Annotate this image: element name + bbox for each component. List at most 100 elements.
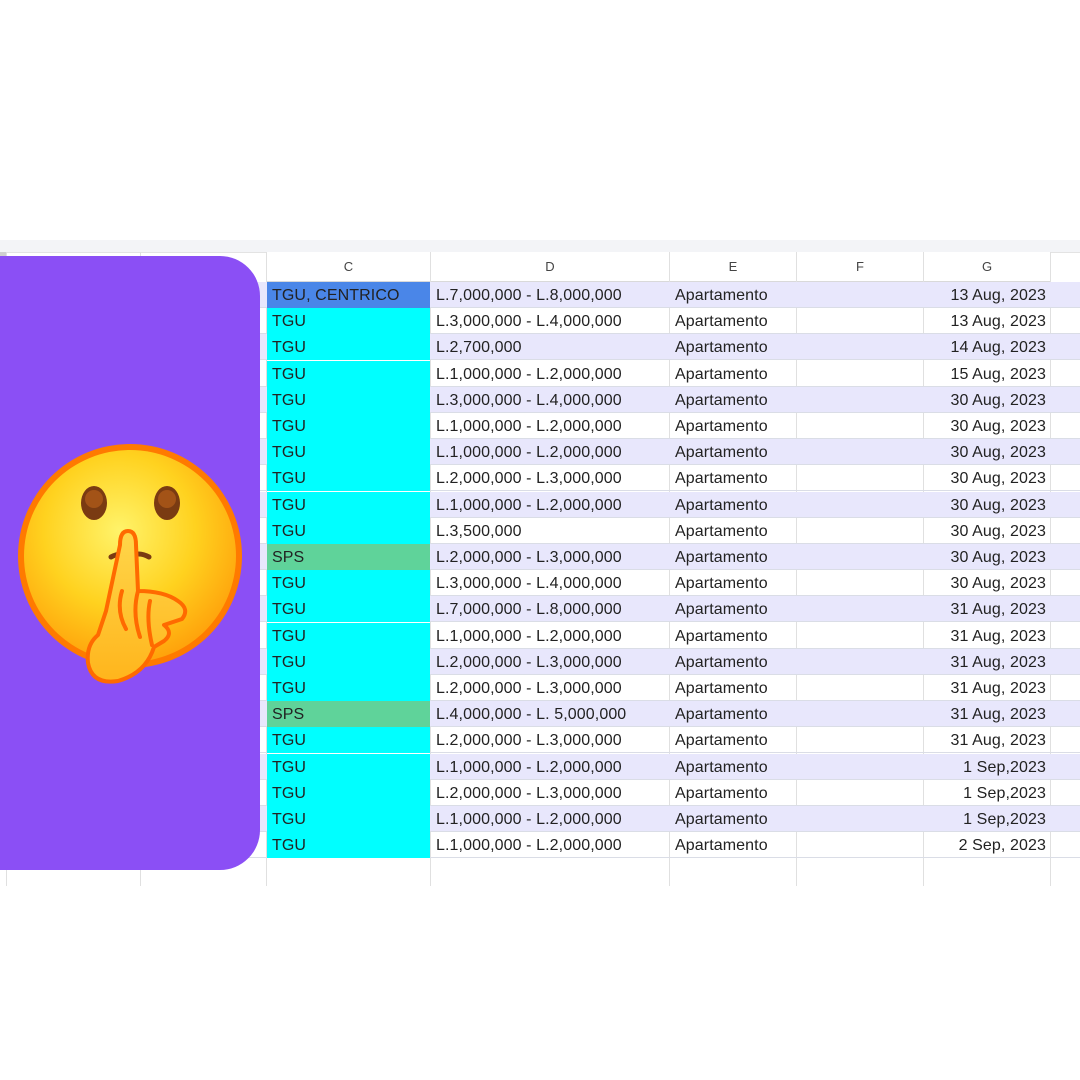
cell-e[interactable]: Apartamento [670,439,796,465]
cell-f[interactable] [797,623,923,649]
cell-f[interactable] [797,754,923,780]
cell-f[interactable] [797,727,923,753]
cell-d[interactable]: L.3,000,000 - L.4,000,000 [431,308,669,334]
cell-e[interactable]: Apartamento [670,518,796,544]
cell-d[interactable]: L.1,000,000 - L.2,000,000 [431,413,669,439]
cell-d[interactable]: L.1,000,000 - L.2,000,000 [431,492,669,518]
cell-c[interactable]: TGU [267,806,430,832]
cell-d[interactable]: L.2,000,000 - L.3,000,000 [431,465,669,491]
cell-g[interactable]: 14 Aug, 2023 [924,334,1050,360]
column-header-c[interactable]: C [267,252,430,282]
cell-g[interactable]: 30 Aug, 2023 [924,544,1050,570]
cell-f[interactable] [797,282,923,308]
cell-d[interactable]: L.7,000,000 - L.8,000,000 [431,282,669,308]
cell-d[interactable]: L.2,000,000 - L.3,000,000 [431,649,669,675]
cell-g[interactable]: 1 Sep,2023 [924,780,1050,806]
cell-f[interactable] [797,413,923,439]
cell-g[interactable]: 30 Aug, 2023 [924,413,1050,439]
column-header-e[interactable]: E [670,252,796,282]
cell-g[interactable]: 31 Aug, 2023 [924,623,1050,649]
cell-c[interactable]: TGU [267,622,430,649]
cell-d[interactable]: L.7,000,000 - L.8,000,000 [431,596,669,622]
cell-e[interactable]: Apartamento [670,334,796,360]
column-header-d[interactable]: D [431,252,669,282]
cell-e[interactable]: Apartamento [670,492,796,518]
cell-f[interactable] [797,465,923,491]
cell-e[interactable]: Apartamento [670,413,796,439]
cell-e[interactable]: Apartamento [670,675,796,701]
cell-d[interactable]: L.2,000,000 - L.3,000,000 [431,780,669,806]
cell-f[interactable] [797,701,923,727]
column-header-g[interactable]: G [924,252,1050,282]
cell-c[interactable]: TGU [267,727,430,754]
cell-d[interactable]: L.1,000,000 - L.2,000,000 [431,361,669,387]
cell-f[interactable] [797,544,923,570]
column-header-f[interactable]: F [797,252,923,282]
cell-c[interactable]: TGU [267,596,430,623]
cell-e[interactable]: Apartamento [670,596,796,622]
cell-f[interactable] [797,596,923,622]
cell-g[interactable]: 13 Aug, 2023 [924,308,1050,334]
cell-e[interactable]: Apartamento [670,308,796,334]
cell-c[interactable]: TGU [267,439,430,466]
cell-g[interactable]: 31 Aug, 2023 [924,596,1050,622]
cell-f[interactable] [797,780,923,806]
cell-d[interactable]: L.2,000,000 - L.3,000,000 [431,727,669,753]
cell-e[interactable]: Apartamento [670,282,796,308]
cell-d[interactable]: L.2,000,000 - L.3,000,000 [431,544,669,570]
cell-e[interactable]: Apartamento [670,544,796,570]
cell-c[interactable]: TGU [267,360,430,387]
cell-f[interactable] [797,334,923,360]
cell-g[interactable]: 30 Aug, 2023 [924,492,1050,518]
cell-c[interactable]: TGU [267,517,430,544]
cell-c[interactable]: TGU [267,832,430,859]
cell-c[interactable]: TGU [267,308,430,335]
cell-f[interactable] [797,649,923,675]
cell-c[interactable]: TGU [267,491,430,518]
cell-c[interactable]: TGU [267,334,430,361]
cell-d[interactable]: L.1,000,000 - L.2,000,000 [431,806,669,832]
cell-f[interactable] [797,387,923,413]
cell-f[interactable] [797,832,923,858]
cell-d[interactable]: L.3,000,000 - L.4,000,000 [431,387,669,413]
cell-c[interactable]: TGU [267,570,430,597]
cell-d[interactable]: L.1,000,000 - L.2,000,000 [431,754,669,780]
cell-g[interactable]: 31 Aug, 2023 [924,727,1050,753]
cell-c[interactable]: TGU [267,648,430,675]
cell-c[interactable]: TGU [267,753,430,780]
cell-c[interactable]: TGU [267,675,430,701]
cell-d[interactable]: L.1,000,000 - L.2,000,000 [431,439,669,465]
cell-e[interactable]: Apartamento [670,780,796,806]
cell-g[interactable]: 1 Sep,2023 [924,754,1050,780]
cell-d[interactable]: L.1,000,000 - L.2,000,000 [431,623,669,649]
cell-e[interactable]: Apartamento [670,465,796,491]
cell-g[interactable]: 31 Aug, 2023 [924,649,1050,675]
cell-g[interactable]: 30 Aug, 2023 [924,518,1050,544]
cell-g[interactable]: 30 Aug, 2023 [924,465,1050,491]
cell-d[interactable]: L.3,500,000 [431,518,669,544]
cell-c[interactable]: TGU [267,465,430,492]
cell-g[interactable]: 1 Sep,2023 [924,806,1050,832]
cell-g[interactable]: 15 Aug, 2023 [924,361,1050,387]
cell-c[interactable]: TGU, CENTRICO [267,282,430,308]
cell-g[interactable]: 2 Sep, 2023 [924,832,1050,858]
cell-e[interactable]: Apartamento [670,623,796,649]
cell-e[interactable]: Apartamento [670,361,796,387]
cell-d[interactable]: L.2,000,000 - L.3,000,000 [431,675,669,701]
cell-g[interactable]: 13 Aug, 2023 [924,282,1050,308]
cell-g[interactable]: 30 Aug, 2023 [924,570,1050,596]
cell-g[interactable]: 31 Aug, 2023 [924,675,1050,701]
cell-e[interactable]: Apartamento [670,570,796,596]
cell-f[interactable] [797,308,923,334]
cell-d[interactable]: L.1,000,000 - L.2,000,000 [431,832,669,858]
cell-d[interactable]: L.2,700,000 [431,334,669,360]
cell-f[interactable] [797,570,923,596]
cell-e[interactable]: Apartamento [670,701,796,727]
cell-c[interactable]: SPS [267,544,430,570]
cell-f[interactable] [797,492,923,518]
cell-f[interactable] [797,806,923,832]
cell-e[interactable]: Apartamento [670,832,796,858]
cell-f[interactable] [797,518,923,544]
cell-e[interactable]: Apartamento [670,754,796,780]
cell-c[interactable]: TGU [267,779,430,806]
